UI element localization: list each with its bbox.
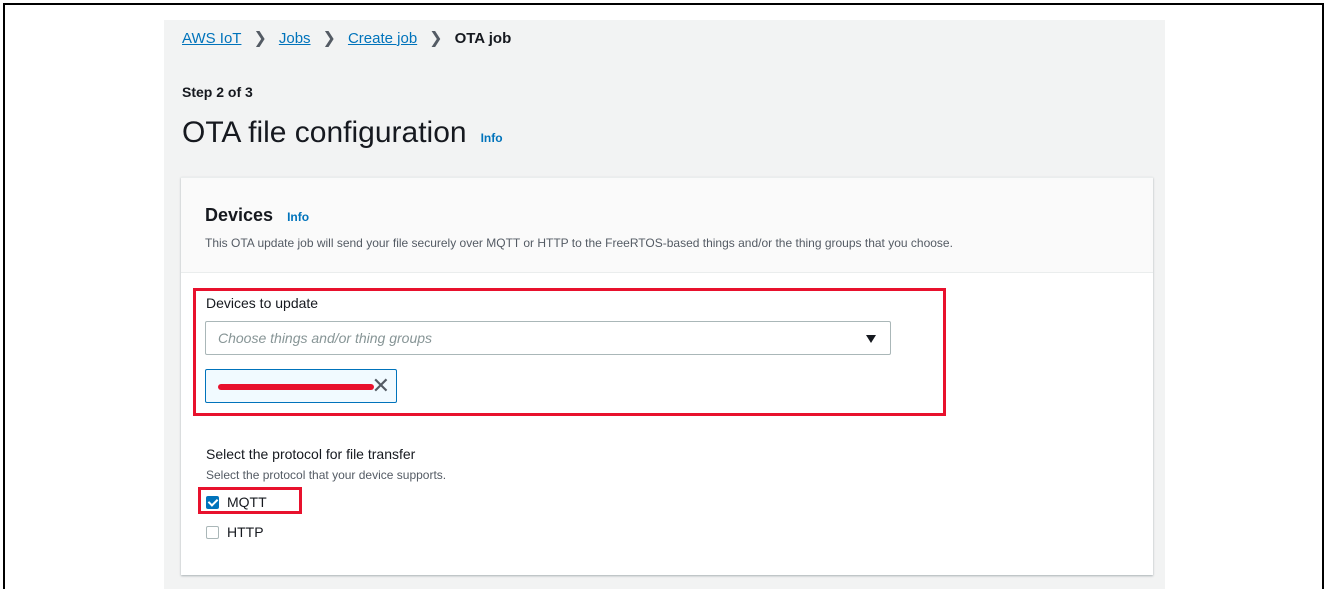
page-title-row: OTA file configuration Info bbox=[182, 116, 503, 150]
breadcrumb-current: OTA job bbox=[454, 29, 512, 47]
step-indicator: Step 2 of 3 bbox=[182, 84, 253, 100]
highlight-box-devices bbox=[193, 288, 946, 416]
protocol-label: Select the protocol for file transfer bbox=[206, 446, 416, 462]
devices-title: Devices bbox=[205, 205, 274, 225]
breadcrumb-jobs[interactable]: Jobs bbox=[279, 30, 311, 47]
chevron-right-icon: ❯ bbox=[322, 30, 336, 47]
breadcrumb: AWS IoT ❯ Jobs ❯ Create job ❯ OTA job bbox=[182, 28, 511, 48]
checkbox-icon[interactable] bbox=[206, 525, 219, 539]
protocol-option-http[interactable]: HTTP bbox=[206, 524, 264, 540]
chevron-right-icon: ❯ bbox=[253, 30, 267, 47]
breadcrumb-create-job[interactable]: Create job bbox=[348, 30, 417, 47]
devices-panel: Devices Info This OTA update job will se… bbox=[181, 177, 1153, 575]
chevron-right-icon: ❯ bbox=[429, 30, 443, 47]
protocol-description: Select the protocol that your device sup… bbox=[206, 468, 447, 482]
page-title: OTA file configuration bbox=[182, 116, 467, 149]
devices-panel-header: Devices Info This OTA update job will se… bbox=[181, 178, 1153, 273]
breadcrumb-aws-iot[interactable]: AWS IoT bbox=[182, 30, 241, 47]
console-page: AWS IoT ❯ Jobs ❯ Create job ❯ OTA job St… bbox=[164, 20, 1165, 589]
highlight-box-mqtt bbox=[198, 487, 302, 514]
page-info-link[interactable]: Info bbox=[481, 131, 503, 145]
protocol-option-label: HTTP bbox=[227, 524, 264, 540]
devices-info-link[interactable]: Info bbox=[287, 210, 309, 224]
devices-title-row: Devices Info bbox=[205, 205, 309, 226]
devices-description: This OTA update job will send your file … bbox=[205, 236, 953, 250]
